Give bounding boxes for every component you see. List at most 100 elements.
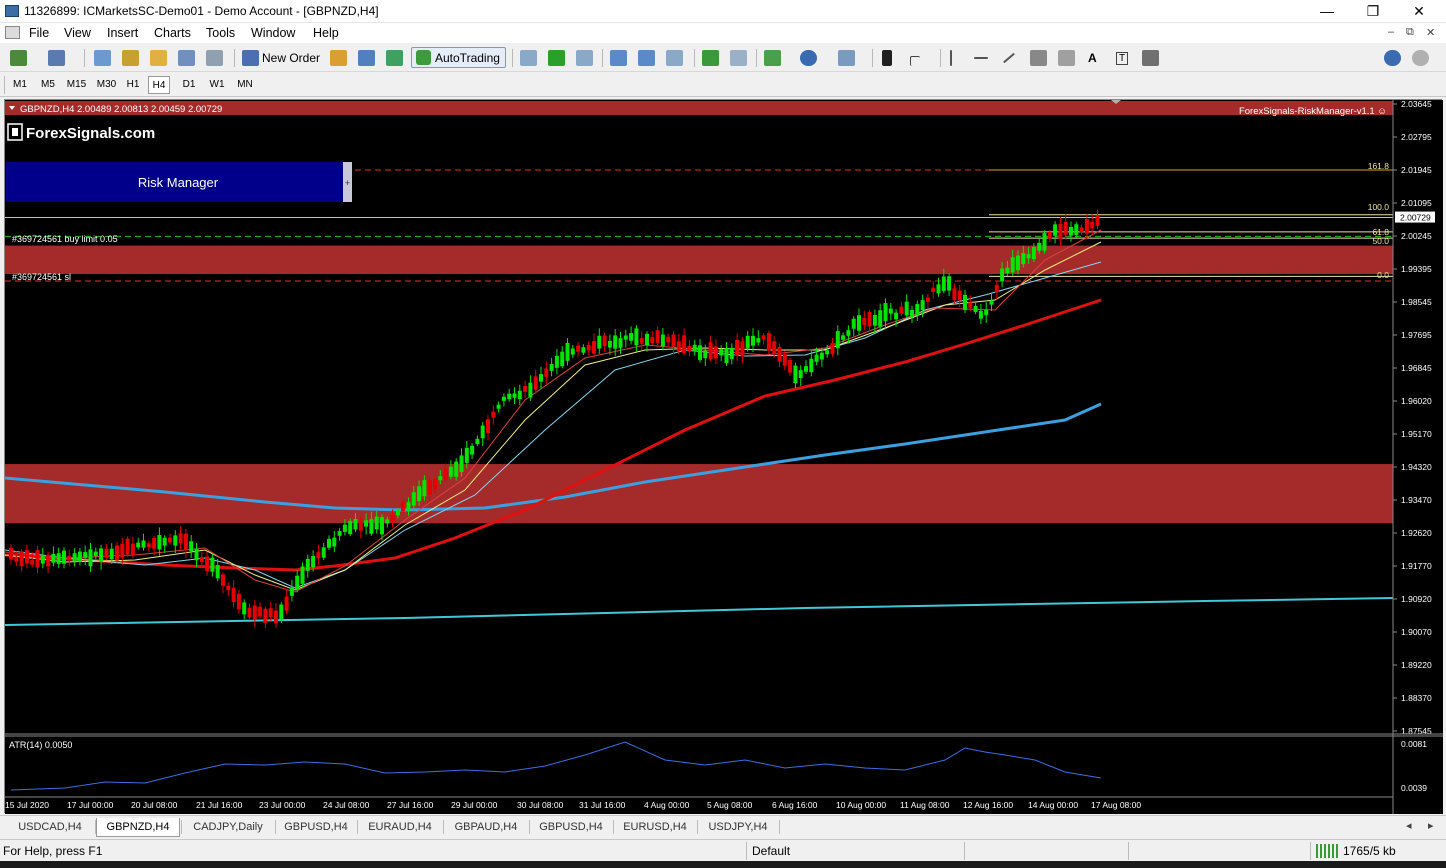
candle-body [401, 502, 406, 512]
timeframe-w1[interactable]: W1 [206, 76, 228, 94]
search-icon[interactable] [1384, 50, 1401, 66]
text-label-tool-icon[interactable]: T [1116, 52, 1129, 65]
timeframe-m15[interactable]: M15 [64, 76, 89, 94]
periods-icon[interactable] [800, 50, 817, 66]
text-tool-icon[interactable]: A [1088, 51, 1097, 65]
timeframe-d1[interactable]: D1 [178, 76, 200, 94]
chart-tab[interactable]: GBPNZD,H4 [96, 818, 180, 837]
tabs-scroll-right-icon[interactable]: ▸ [1428, 819, 1434, 832]
timeframe-h4[interactable]: H4 [148, 76, 170, 94]
equidistant-channel-icon[interactable] [1030, 50, 1047, 66]
minimize-button[interactable]: — [1304, 0, 1350, 23]
candle-body [910, 309, 914, 317]
chart-tab[interactable]: USDCAD,H4 [6, 818, 94, 837]
candle-body [830, 343, 835, 354]
price-axis-label: 1.93470 [1401, 495, 1432, 505]
candle-body [857, 315, 861, 331]
chat-icon[interactable] [1412, 50, 1429, 66]
trendline-icon[interactable] [1002, 52, 1016, 64]
candle-body [634, 328, 639, 346]
signals-icon[interactable] [358, 50, 375, 66]
candle-body [205, 556, 210, 572]
tile-windows-icon[interactable] [666, 50, 683, 66]
auto-scroll-icon[interactable] [702, 50, 719, 66]
bar-chart-icon[interactable] [520, 50, 537, 66]
maximize-button[interactable]: ❐ [1350, 0, 1396, 23]
fibonacci-icon[interactable] [1058, 50, 1075, 66]
mdi-restore-button[interactable]: ⧉ [1406, 26, 1414, 39]
vertical-line-icon[interactable] [950, 50, 952, 66]
navigator-icon[interactable] [122, 50, 139, 66]
autotrading-button[interactable]: AutoTrading [411, 47, 506, 68]
terminal-icon[interactable] [178, 50, 195, 66]
time-axis-label: 5 Aug 08:00 [707, 800, 753, 810]
crosshair-icon[interactable] [910, 56, 920, 66]
timeframe-m1[interactable]: M1 [9, 76, 31, 94]
candle-body [390, 514, 395, 523]
line-chart-icon[interactable] [576, 50, 593, 66]
menu-window[interactable]: Window [251, 26, 295, 40]
candle-body [104, 548, 109, 558]
menu-view[interactable]: View [64, 26, 91, 40]
mdi-minimize-button[interactable]: – [1388, 26, 1394, 38]
candle-body [560, 351, 565, 367]
chart-tab[interactable]: USDJPY,H4 [698, 818, 778, 837]
candle-body [279, 604, 284, 620]
candle-body [46, 554, 51, 567]
tabs-scroll-left-icon[interactable]: ◂ [1406, 819, 1412, 832]
zoom-out-icon[interactable] [638, 50, 655, 66]
price-chart[interactable]: GBPNZD,H4 2.00489 2.00813 2.00459 2.0072… [5, 99, 1443, 814]
horizontal-line-icon[interactable] [974, 57, 988, 59]
metaeditor-icon[interactable] [330, 50, 347, 66]
profiles-icon[interactable] [48, 50, 65, 66]
timeframe-m5[interactable]: M5 [37, 76, 59, 94]
candle-body [819, 352, 824, 360]
chart-tab[interactable]: GBPAUD,H4 [444, 818, 528, 837]
candle-body [427, 480, 432, 496]
chart-tab[interactable]: GBPUSD,H4 [530, 818, 612, 837]
menu-help[interactable]: Help [313, 26, 339, 40]
time-axis-label: 15 Jul 2020 [5, 800, 49, 810]
new-order-button[interactable]: New Order [262, 51, 320, 65]
new-chart-icon[interactable] [10, 50, 27, 66]
candle-body [215, 565, 220, 579]
chart-shift-icon[interactable] [730, 50, 747, 66]
close-button[interactable]: ✕ [1396, 0, 1442, 23]
timeframe-m30[interactable]: M30 [94, 76, 119, 94]
timeframe-mn[interactable]: MN [234, 76, 256, 94]
zoom-in-icon[interactable] [610, 50, 627, 66]
market-watch-icon[interactable] [94, 50, 111, 66]
timeframe-h1[interactable]: H1 [124, 76, 142, 94]
templates-icon[interactable] [838, 50, 855, 66]
menu-file[interactable]: File [29, 26, 49, 40]
menu-tools[interactable]: Tools [206, 26, 235, 40]
price-axis-label: 2.01095 [1401, 198, 1432, 208]
menu-insert[interactable]: Insert [107, 26, 138, 40]
time-axis-label: 17 Aug 08:00 [1091, 800, 1141, 810]
time-axis-label: 4 Aug 00:00 [644, 800, 690, 810]
chart-tab[interactable]: EURUSD,H4 [614, 818, 696, 837]
data-window-icon[interactable] [150, 50, 167, 66]
supply-zone [5, 245, 1393, 274]
mdi-close-button[interactable]: ✕ [1426, 26, 1435, 39]
menu-charts[interactable]: Charts [154, 26, 191, 40]
chart-tab[interactable]: EURAUD,H4 [358, 818, 442, 837]
cursor-icon[interactable] [882, 50, 892, 66]
new-order-icon[interactable] [242, 50, 259, 66]
market-icon[interactable] [386, 50, 403, 66]
arrows-icon[interactable] [1142, 50, 1159, 66]
chart-tab[interactable]: GBPUSD,H4 [276, 818, 356, 837]
candle-body [125, 538, 130, 555]
chart-tab[interactable]: CADJPY,Daily [182, 818, 274, 837]
chart-window[interactable]: GBPNZD,H4 2.00489 2.00813 2.00459 2.0072… [4, 99, 1443, 814]
candle-body [454, 461, 459, 477]
candle-body [342, 524, 347, 532]
chart-window-icon[interactable] [5, 26, 20, 39]
candle-body [189, 541, 194, 552]
candle-body [1079, 227, 1084, 233]
candle-body [1058, 223, 1063, 239]
candle-body [761, 335, 766, 340]
indicators-icon[interactable] [764, 50, 781, 66]
strategy-tester-icon[interactable] [206, 50, 223, 66]
candlestick-icon[interactable] [548, 50, 565, 66]
